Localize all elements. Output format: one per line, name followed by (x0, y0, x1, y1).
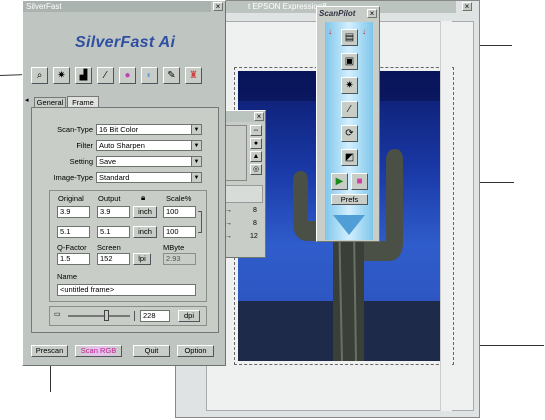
output-label: Output (98, 194, 121, 203)
qfactor-label: Q-Factor (57, 243, 87, 252)
stop-icon[interactable]: ■ (351, 173, 368, 190)
option-button[interactable]: Option (177, 345, 214, 357)
scanpilot-arrow-left: ↓ (328, 27, 332, 36)
name-label: Name (57, 272, 78, 281)
scanpilot-arrow-right: ↓ (362, 27, 366, 36)
resolution-slider-thumb[interactable] (104, 310, 109, 321)
gradation-icon[interactable]: ⁄ (97, 67, 114, 84)
densitometer-target-icon[interactable]: ◎ (250, 164, 262, 175)
densitometer-values: → 8 → 8 → 12 (225, 207, 265, 247)
resolution-group: ▭ 228 dpi (49, 306, 207, 326)
scale-link-bracket (198, 211, 202, 233)
resolution-field[interactable]: 228 (140, 310, 170, 322)
original-label: Original (58, 194, 84, 203)
scanpilot-palette: ScanPilot × ↓ ↓ ▤ ▣ ✷ ⁄ ⟳ ◩ ▶ ■ Prefs (316, 6, 380, 242)
tab-frame[interactable]: Frame (67, 96, 99, 107)
resolution-tick (134, 311, 135, 321)
gradation-icon[interactable]: ⁄ (341, 101, 358, 118)
scanpilot-bottom-arrow (333, 215, 365, 235)
flash-icon[interactable]: ✷ (341, 77, 358, 94)
mbyte-label: MByte (163, 243, 185, 252)
silverfast-logo: SilverFast Ai (75, 34, 176, 51)
screen-label: Screen (97, 243, 121, 252)
resolution-unit-button[interactable]: dpi (178, 310, 200, 322)
screen-unit-button[interactable]: lpi (133, 253, 151, 265)
flash-icon[interactable]: ✷ (53, 67, 70, 84)
prefs-button[interactable]: Prefs (331, 194, 368, 205)
densitometer-close-icon[interactable]: × (254, 112, 264, 121)
name-field[interactable]: <untitled frame> (57, 284, 196, 296)
chevron-down-icon: ▼ (191, 157, 201, 166)
unit-height-button[interactable]: inch (133, 226, 157, 238)
setting-select[interactable]: Save ▼ (96, 156, 202, 167)
silverfast-close-icon[interactable]: × (213, 2, 223, 11)
prescan-button[interactable]: Prescan (31, 345, 68, 357)
qfactor-field[interactable]: 1.5 (57, 253, 90, 265)
toolbar: ⌕ ✷ ▟ ⁄ ● ◐ ✎ ♜ (31, 67, 219, 89)
unit-width-button[interactable]: inch (133, 206, 157, 218)
scanpilot-close-icon[interactable]: × (367, 9, 377, 18)
arrow-icon: → (225, 207, 232, 214)
expert-icon[interactable]: ♜ (185, 67, 202, 84)
setting-label: Setting (69, 157, 93, 166)
filter-label: Filter (76, 141, 93, 150)
filter-select[interactable]: Auto Sharpen ▼ (96, 140, 202, 151)
selective-color-icon[interactable]: ◐ (141, 67, 158, 84)
dimensions-group: Original Output 🔒︎ Scale% 3.9 3.9 inch 1… (49, 190, 207, 302)
densitometer-expand-icon[interactable]: ⇔ (250, 125, 262, 136)
histogram-icon[interactable]: ▟ (75, 67, 92, 84)
rotate-icon[interactable]: ⟳ (341, 125, 358, 142)
screen-field[interactable]: 152 (97, 253, 130, 265)
film-icon[interactable]: ▤ (341, 29, 358, 46)
color-icon[interactable]: ● (119, 67, 136, 84)
chevron-down-icon: ▼ (191, 125, 201, 134)
sharpen-icon[interactable]: ◩ (341, 149, 358, 166)
densitometer-value-1: 8 (253, 207, 257, 214)
preview-scrollbar[interactable] (440, 21, 452, 411)
tab-general[interactable]: General (34, 97, 66, 107)
frame-panel: Scan-Type 16 Bit Color ▼ Filter Auto Shar… (31, 107, 219, 333)
scan-type-label: Scan-Type (57, 125, 93, 134)
edit-icon[interactable]: ✎ (163, 67, 180, 84)
tab-scroll-icon[interactable]: ◂ (25, 96, 29, 104)
resolution-slider-track[interactable] (68, 315, 130, 317)
setting-value: Save (99, 157, 117, 166)
chevron-down-icon: ▼ (191, 173, 201, 182)
output-width-field[interactable]: 3.9 (97, 206, 130, 218)
image-type-value: Standard (99, 173, 130, 182)
filter-value: Auto Sharpen (99, 141, 145, 150)
scale-label: Scale% (166, 194, 192, 203)
output-height-field[interactable]: 5.1 (97, 226, 130, 238)
arrow-icon: → (225, 233, 232, 240)
scan-type-select[interactable]: 16 Bit Color ▼ (96, 124, 202, 135)
resolution-icon: ▭ (54, 311, 61, 318)
magnifier-icon[interactable]: ⌕ (31, 67, 48, 84)
densitometer-up-icon[interactable]: ▲ (250, 151, 262, 162)
densitometer-window: × ⇔ ● ▲ ◎ → 8 → 8 → 12 (222, 110, 266, 258)
scale-height-field[interactable]: 100 (163, 226, 196, 238)
silverfast-window: SilverFast × SilverFast Ai ⌕ ✷ ▟ ⁄ ● ◐ ✎… (22, 0, 226, 366)
start-icon[interactable]: ▶ (331, 173, 348, 190)
densitometer-display (225, 125, 247, 181)
densitometer-value-3: 12 (250, 233, 258, 240)
scale-width-field[interactable]: 100 (163, 206, 196, 218)
densitometer-gray-area (225, 185, 263, 203)
scan-button[interactable]: Scan RGB (75, 345, 122, 357)
scan-type-value: 16 Bit Color (99, 125, 139, 134)
image-type-select[interactable]: Standard ▼ (96, 172, 202, 183)
densitometer-pin-icon[interactable]: ● (250, 138, 262, 149)
original-height-field[interactable]: 5.1 (57, 226, 90, 238)
background-close-icon[interactable]: × (462, 2, 472, 11)
densitometer-value-2: 8 (253, 220, 257, 227)
image-type-label: Image-Type (53, 173, 93, 182)
mbyte-value: 2.93 (163, 253, 196, 265)
arrow-icon: → (225, 220, 232, 227)
quit-button[interactable]: Quit (133, 345, 170, 357)
original-width-field[interactable]: 3.9 (57, 206, 90, 218)
frame-icon[interactable]: ▣ (341, 53, 358, 70)
silverfast-title: SilverFast (23, 1, 211, 12)
scanpilot-title-text: ScanPilot (319, 9, 356, 18)
lock-icon[interactable]: 🔒︎ (141, 193, 145, 203)
chevron-down-icon: ▼ (191, 141, 201, 150)
